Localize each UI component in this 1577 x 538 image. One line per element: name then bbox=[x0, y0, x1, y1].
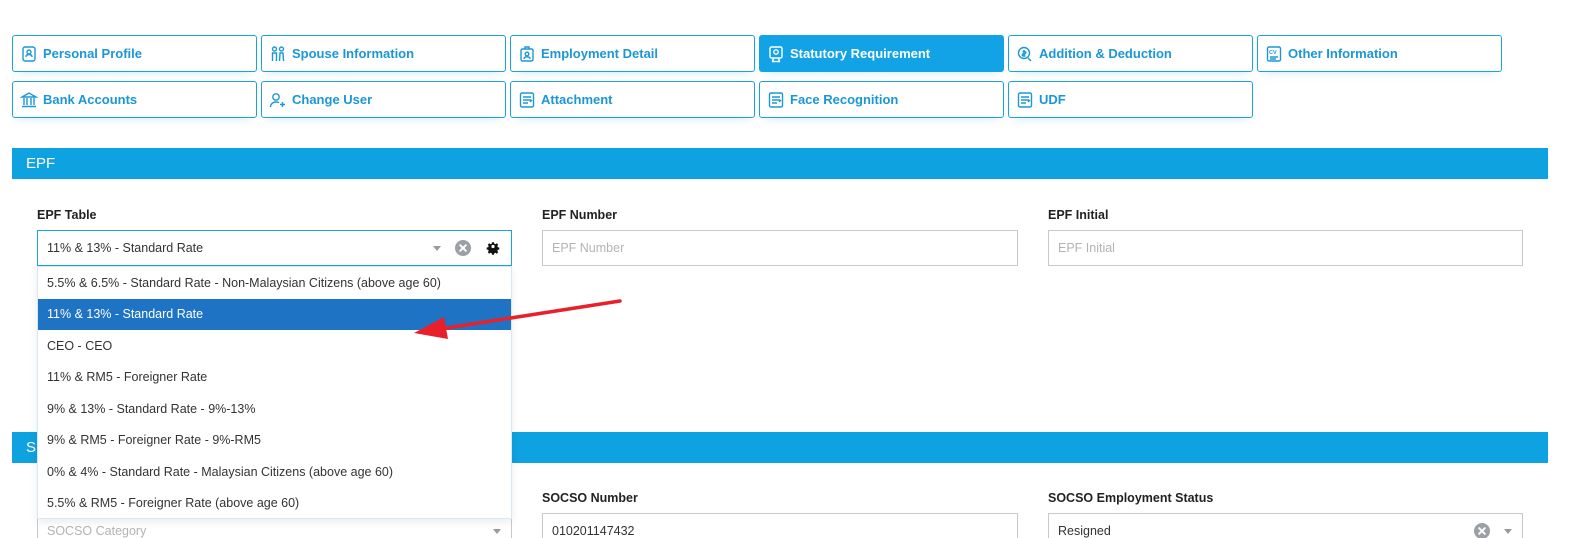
epf-table-dropdown: 5.5% & 6.5% - Standard Rate - Non-Malays… bbox=[37, 266, 512, 519]
epf-table-label: EPF Table bbox=[37, 208, 97, 222]
dropdown-option-selected[interactable]: 11% & 13% - Standard Rate bbox=[38, 298, 511, 330]
bank-icon bbox=[20, 91, 38, 109]
couple-icon bbox=[269, 45, 287, 63]
dropdown-option[interactable]: CEO - CEO bbox=[38, 330, 511, 362]
tab-label: Addition & Deduction bbox=[1039, 46, 1172, 61]
tab-statutory-requirement[interactable]: Statutory Requirement bbox=[759, 35, 1004, 72]
svg-text:CV: CV bbox=[1269, 50, 1277, 56]
tab-change-user[interactable]: Change User bbox=[261, 81, 506, 118]
epf-section-header: EPF bbox=[12, 148, 1548, 179]
tab-label: UDF bbox=[1039, 92, 1066, 107]
select-controls bbox=[433, 231, 501, 265]
tab-label: Other Information bbox=[1288, 46, 1398, 61]
certificate-icon bbox=[767, 45, 785, 63]
tab-label: Face Recognition bbox=[790, 92, 899, 107]
document-icon bbox=[518, 91, 536, 109]
tab-label: Bank Accounts bbox=[43, 92, 138, 107]
document-icon bbox=[1016, 91, 1034, 109]
dropdown-option[interactable]: 9% & RM5 - Foreigner Rate - 9%-RM5 bbox=[38, 425, 511, 457]
dropdown-option[interactable]: 9% & 13% - Standard Rate - 9%-13% bbox=[38, 393, 511, 425]
epf-initial-label: EPF Initial bbox=[1048, 208, 1109, 222]
chevron-down-icon[interactable] bbox=[433, 245, 441, 251]
epf-initial-field-wrap bbox=[1048, 230, 1523, 266]
socso-status-value: Resigned bbox=[1058, 524, 1111, 538]
clear-icon[interactable] bbox=[1474, 523, 1490, 538]
tab-label: Spouse Information bbox=[292, 46, 415, 61]
tab-label: Statutory Requirement bbox=[790, 46, 931, 61]
user-plus-icon bbox=[269, 91, 287, 109]
socso-number-field[interactable] bbox=[552, 524, 1008, 538]
epf-table-value: 11% & 13% - Standard Rate bbox=[47, 241, 204, 255]
tab-attachment[interactable]: Attachment bbox=[510, 81, 755, 118]
tab-label: Personal Profile bbox=[43, 46, 142, 61]
tab-label: Attachment bbox=[541, 92, 613, 107]
socso-number-label: SOCSO Number bbox=[542, 491, 638, 505]
tab-udf[interactable]: UDF bbox=[1008, 81, 1253, 118]
document-icon bbox=[767, 91, 785, 109]
socso-category-placeholder: SOCSO Category bbox=[47, 524, 147, 538]
briefcase-icon bbox=[518, 45, 536, 63]
money-icon bbox=[1016, 45, 1034, 63]
epf-table-select[interactable]: 11% & 13% - Standard Rate bbox=[37, 230, 512, 266]
tab-spouse-information[interactable]: Spouse Information bbox=[261, 35, 506, 72]
dropdown-option[interactable]: 5.5% & RM5 - Foreigner Rate (above age 6… bbox=[38, 488, 511, 520]
chevron-down-icon[interactable] bbox=[493, 528, 501, 534]
clear-icon[interactable] bbox=[455, 240, 471, 256]
socso-status-select[interactable]: Resigned bbox=[1048, 513, 1523, 538]
tab-label: Employment Detail bbox=[541, 46, 659, 61]
socso-number-field-wrap bbox=[542, 513, 1018, 538]
epf-number-label: EPF Number bbox=[542, 208, 618, 222]
dropdown-option[interactable]: 5.5% & 6.5% - Standard Rate - Non-Malays… bbox=[38, 267, 511, 299]
dropdown-option[interactable]: 11% & RM5 - Foreigner Rate bbox=[38, 362, 511, 394]
section-title: S bbox=[26, 439, 37, 456]
profile-badge-icon bbox=[20, 45, 38, 63]
tab-bank-accounts[interactable]: Bank Accounts bbox=[12, 81, 257, 118]
tab-face-recognition[interactable]: Face Recognition bbox=[759, 81, 1004, 118]
tab-personal-profile[interactable]: Personal Profile bbox=[12, 35, 257, 72]
chevron-down-icon[interactable] bbox=[1504, 528, 1512, 534]
cv-icon: CV bbox=[1265, 45, 1283, 63]
tab-label: Change User bbox=[292, 92, 373, 107]
section-title: EPF bbox=[26, 155, 56, 172]
socso-status-label: SOCSO Employment Status bbox=[1048, 491, 1214, 505]
dropdown-option[interactable]: 0% & 4% - Standard Rate - Malaysian Citi… bbox=[38, 456, 511, 488]
tab-addition-deduction[interactable]: Addition & Deduction bbox=[1008, 35, 1253, 72]
tab-other-information[interactable]: CV Other Information bbox=[1257, 35, 1502, 72]
epf-initial-field[interactable] bbox=[1058, 241, 1513, 255]
tab-employment-detail[interactable]: Employment Detail bbox=[510, 35, 755, 72]
epf-number-field-wrap bbox=[542, 230, 1018, 266]
gear-icon[interactable] bbox=[485, 240, 501, 256]
select-controls bbox=[1474, 514, 1512, 538]
epf-number-field[interactable] bbox=[552, 241, 1008, 255]
